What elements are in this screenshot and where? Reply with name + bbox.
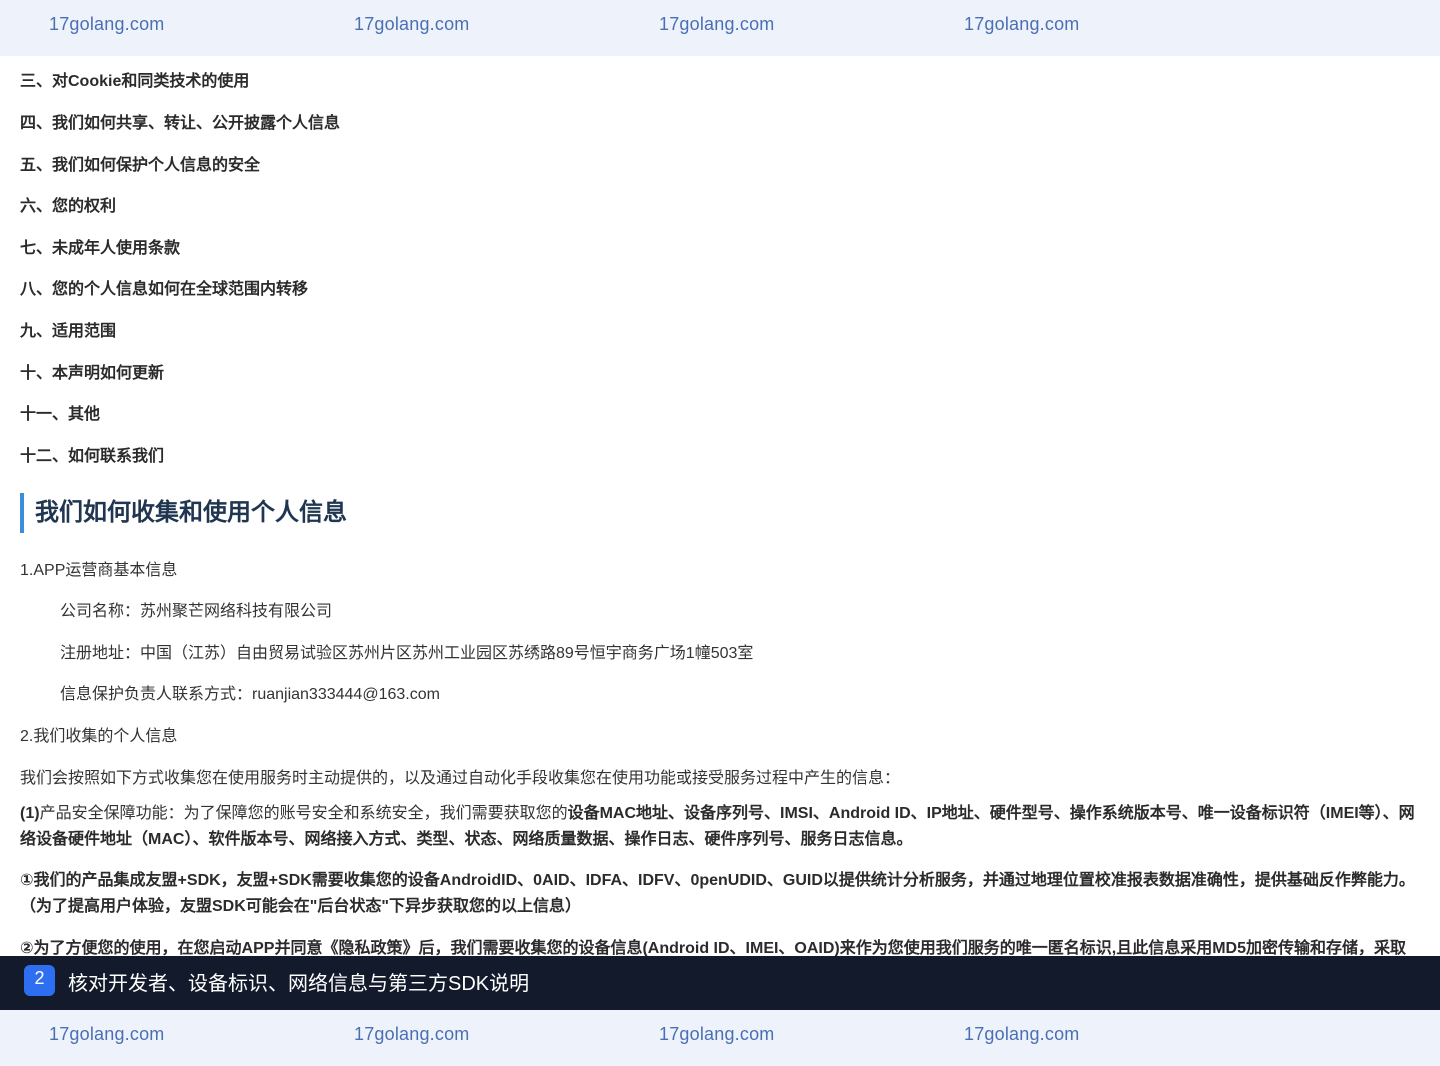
toc-item-rights[interactable]: 六、您的权利 (20, 192, 116, 216)
toc-item-updates[interactable]: 十、本声明如何更新 (20, 359, 164, 383)
watermark-text: 17golang.com (354, 1024, 470, 1044)
item-plain-text: 产品安全保障功能：为了保障您的账号安全和系统安全，我们需要获取您的 (39, 805, 568, 822)
toc-item-minors[interactable]: 七、未成年人使用条款 (20, 234, 180, 258)
subsection-title: 2.我们收集的个人信息 (20, 728, 178, 745)
item-prefix: (1) (20, 805, 40, 822)
toc-item-other[interactable]: 十一、其他 (20, 400, 100, 424)
contact-info-text: 信息保护负责人联系方式：ruanjian333444@163.com (60, 686, 440, 703)
registered-address-text: 注册地址：中国（江苏）自由贸易试验区苏州片区苏州工业园区苏绣路89号恒宇商务广场… (60, 645, 754, 662)
watermark-text: 17golang.com (659, 14, 775, 34)
intro-paragraph: 我们会按照如下方式收集您在使用服务时主动提供的，以及通过自动化手段收集您在使用功… (20, 770, 901, 787)
section-heading: 我们如何收集和使用个人信息 (20, 493, 347, 533)
toc-item-scope[interactable]: 九、适用范围 (20, 317, 116, 341)
watermark-text: 17golang.com (659, 1024, 775, 1044)
toc-item-cookie[interactable]: 三、对Cookie和同类技术的使用 (20, 67, 249, 91)
toc-item-global-transfer[interactable]: 八、您的个人信息如何在全球范围内转移 (20, 275, 308, 299)
paragraph-umeng-sdk: ①我们的产品集成友盟+SDK，友盟+SDK需要收集您的设备AndroidID、0… (20, 872, 1415, 915)
watermark-text: 17golang.com (964, 1024, 1080, 1044)
watermark-text: 17golang.com (354, 14, 470, 34)
instruction-text: 核对开发者、设备标识、网络信息与第三方SDK说明 (68, 973, 530, 995)
subsection-title: 1.APP运营商基本信息 (20, 562, 178, 579)
watermark-text: 17golang.com (964, 14, 1080, 34)
toc-item-security[interactable]: 五、我们如何保护个人信息的安全 (20, 151, 260, 175)
watermark-band-bottom: 17golang.com 17golang.com 17golang.com 1… (0, 1010, 1440, 1066)
instruction-bar: 2 核对开发者、设备标识、网络信息与第三方SDK说明 (0, 956, 1440, 1010)
paragraph-device-id: ②为了方便您的使用，在您启动APP并同意《隐私政策》后，我们需要收集您的设备信息… (20, 940, 1406, 956)
watermark-text: 17golang.com (49, 14, 165, 34)
paragraph-security-function: (1)产品安全保障功能：为了保障您的账号安全和系统安全，我们需要获取您的设备MA… (20, 801, 1420, 853)
toc-item-sharing[interactable]: 四、我们如何共享、转让、公开披露个人信息 (20, 109, 340, 133)
step-number-badge: 2 (24, 965, 55, 996)
toc-item-contact[interactable]: 十二、如何联系我们 (20, 442, 164, 466)
privacy-policy-content: 三、对Cookie和同类技术的使用 四、我们如何共享、转让、公开披露个人信息 五… (0, 56, 1440, 956)
watermark-text: 17golang.com (49, 1024, 165, 1044)
company-name-text: 公司名称：苏州聚芒网络科技有限公司 (60, 603, 333, 620)
watermark-band-top: 17golang.com 17golang.com 17golang.com 1… (0, 0, 1440, 56)
